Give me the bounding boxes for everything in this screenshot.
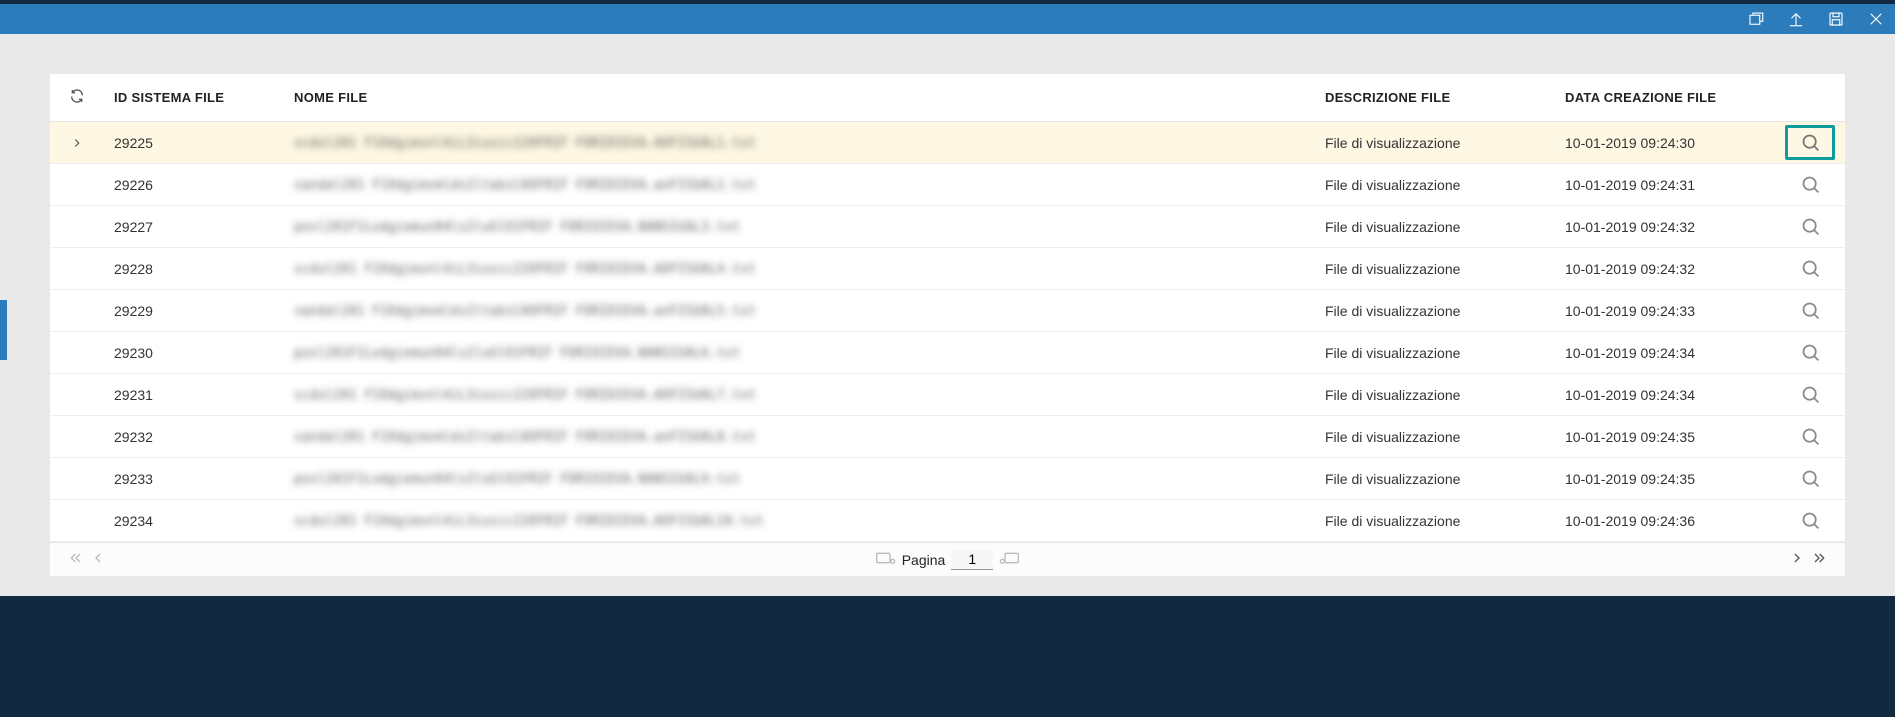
view-file-icon[interactable] xyxy=(1785,510,1835,531)
cell-desc: File di visualizzazione xyxy=(1315,164,1555,206)
cell-nome: posl201F1Lodgiemun04ls2luGlO1FRIF FORIOI… xyxy=(284,458,1315,500)
view-file-icon[interactable] xyxy=(1785,174,1835,195)
content-panel: ID SISTEMA FILE NOME FILE DESCRIZIONE FI… xyxy=(0,34,1895,596)
col-header-nome[interactable]: NOME FILE xyxy=(284,74,1315,122)
cell-date: 10-01-2019 09:24:32 xyxy=(1555,248,1775,290)
cell-nome: sandal201 F1Odgimvmlds2ltabiCAOFRIF FORI… xyxy=(284,290,1315,332)
col-header-id[interactable]: ID SISTEMA FILE xyxy=(104,74,284,122)
view-file-icon[interactable] xyxy=(1785,384,1835,405)
cell-desc: File di visualizzazione xyxy=(1315,458,1555,500)
table-row[interactable]: 29232sandal201 F1Odgimvmlds2ltabiCAOFRIF… xyxy=(50,416,1845,458)
cell-id: 29229 xyxy=(104,290,284,332)
cell-nome: scdul201 F1Odgimvnl4iL3iusic22OFRIF FORI… xyxy=(284,248,1315,290)
view-file-icon[interactable] xyxy=(1785,300,1835,321)
cell-nome: sandal201 F1Odgimvmlds2ltabiCAOFRIF FORI… xyxy=(284,164,1315,206)
cell-date: 10-01-2019 09:24:35 xyxy=(1555,458,1775,500)
cell-date: 10-01-2019 09:24:34 xyxy=(1555,332,1775,374)
cell-date: 10-01-2019 09:24:35 xyxy=(1555,416,1775,458)
cell-id: 29227 xyxy=(104,206,284,248)
cell-id: 29226 xyxy=(104,164,284,206)
upload-icon[interactable] xyxy=(1785,8,1807,30)
page-input[interactable] xyxy=(951,549,993,570)
titlebar xyxy=(0,4,1895,34)
page-size-decrease-icon[interactable] xyxy=(876,551,896,568)
cell-nome: scdul201 F1Odgimvnl4iL3iusic22OFRIF FORI… xyxy=(284,374,1315,416)
cell-date: 10-01-2019 09:24:33 xyxy=(1555,290,1775,332)
cell-id: 29231 xyxy=(104,374,284,416)
view-file-icon[interactable] xyxy=(1785,468,1835,489)
cell-date: 10-01-2019 09:24:36 xyxy=(1555,500,1775,542)
cell-date: 10-01-2019 09:24:32 xyxy=(1555,206,1775,248)
cell-date: 10-01-2019 09:24:34 xyxy=(1555,374,1775,416)
refresh-header[interactable] xyxy=(50,74,104,122)
cell-id: 29230 xyxy=(104,332,284,374)
left-edge-accent xyxy=(0,300,7,360)
cell-desc: File di visualizzazione xyxy=(1315,290,1555,332)
cell-desc: File di visualizzazione xyxy=(1315,122,1555,164)
pager: Pagina xyxy=(50,542,1845,576)
cell-date: 10-01-2019 09:24:30 xyxy=(1555,122,1775,164)
cell-nome: scdul201 F1Odgimvnl4iL3iusic22OFRIF FORI… xyxy=(284,500,1315,542)
table-row[interactable]: 29228scdul201 F1Odgimvnl4iL3iusic22OFRIF… xyxy=(50,248,1845,290)
cell-nome: sandal201 F1Odgimvmlds2ltabiCAOFRIF FORI… xyxy=(284,416,1315,458)
table-row[interactable]: 29231scdul201 F1Odgimvnl4iL3iusic22OFRIF… xyxy=(50,374,1845,416)
cell-id: 29234 xyxy=(104,500,284,542)
cell-desc: File di visualizzazione xyxy=(1315,248,1555,290)
cell-nome: posl201F1Lodgiemun04ls2luGlO1FRIF FORIOI… xyxy=(284,332,1315,374)
col-header-action xyxy=(1775,74,1845,122)
cell-id: 29232 xyxy=(104,416,284,458)
page-size-increase-icon[interactable] xyxy=(999,551,1019,568)
table-row[interactable]: 29229sandal201 F1Odgimvmlds2ltabiCAOFRIF… xyxy=(50,290,1845,332)
prev-page-icon xyxy=(90,550,106,569)
first-page-icon xyxy=(68,550,84,569)
restore-window-icon[interactable] xyxy=(1745,8,1767,30)
cell-nome: scdul201 F1Odgimvnl4iL3iusic22OFRIF FORI… xyxy=(284,122,1315,164)
expand-row-icon[interactable] xyxy=(60,136,94,150)
cell-id: 29233 xyxy=(104,458,284,500)
cell-desc: File di visualizzazione xyxy=(1315,332,1555,374)
table-row[interactable]: 29233posl201F1Lodgiemun04ls2luGlO1FRIF F… xyxy=(50,458,1845,500)
table-row[interactable]: 29225scdul201 F1Odgimvnl4iL3iusic22OFRIF… xyxy=(50,122,1845,164)
cell-desc: File di visualizzazione xyxy=(1315,500,1555,542)
cell-date: 10-01-2019 09:24:31 xyxy=(1555,164,1775,206)
page-label: Pagina xyxy=(902,552,946,568)
table-row[interactable]: 29230posl201F1Lodgiemun04ls2luGlO1FRIF F… xyxy=(50,332,1845,374)
view-file-icon[interactable] xyxy=(1785,258,1835,279)
view-file-icon[interactable] xyxy=(1785,125,1835,160)
save-icon[interactable] xyxy=(1825,8,1847,30)
view-file-icon[interactable] xyxy=(1785,426,1835,447)
close-icon[interactable] xyxy=(1865,8,1887,30)
table-row[interactable]: 29226sandal201 F1Odgimvmlds2ltabiCAOFRIF… xyxy=(50,164,1845,206)
cell-desc: File di visualizzazione xyxy=(1315,416,1555,458)
table-row[interactable]: 29227posl201F1Lodgiemun04ls2luGlO1FRIF F… xyxy=(50,206,1845,248)
cell-desc: File di visualizzazione xyxy=(1315,374,1555,416)
cell-id: 29228 xyxy=(104,248,284,290)
cell-nome: posl201F1Lodgiemun04ls2luGlO1FRIF FORIOI… xyxy=(284,206,1315,248)
col-header-date[interactable]: DATA CREAZIONE FILE xyxy=(1555,74,1775,122)
file-table: ID SISTEMA FILE NOME FILE DESCRIZIONE FI… xyxy=(50,74,1845,576)
table-row[interactable]: 29234scdul201 F1Odgimvnl4iL3iusic22OFRIF… xyxy=(50,500,1845,542)
last-page-icon[interactable] xyxy=(1811,550,1827,569)
col-header-desc[interactable]: DESCRIZIONE FILE xyxy=(1315,74,1555,122)
cell-desc: File di visualizzazione xyxy=(1315,206,1555,248)
view-file-icon[interactable] xyxy=(1785,216,1835,237)
cell-id: 29225 xyxy=(104,122,284,164)
view-file-icon[interactable] xyxy=(1785,342,1835,363)
next-page-icon[interactable] xyxy=(1789,550,1805,569)
